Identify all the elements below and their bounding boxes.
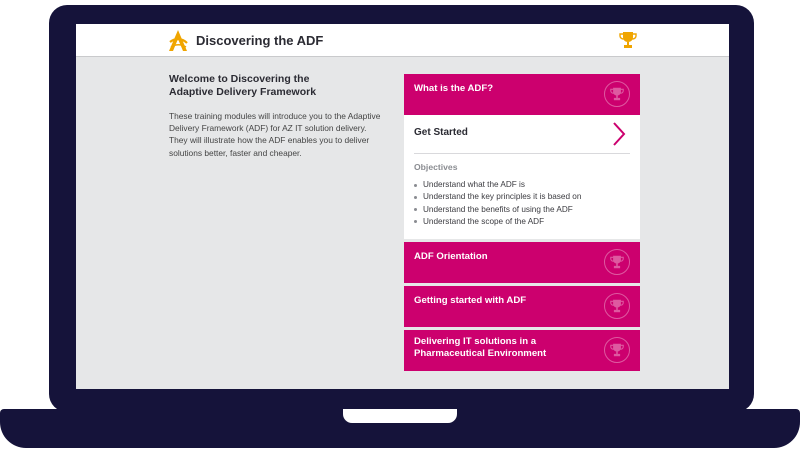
divider — [414, 153, 630, 154]
laptop-base — [0, 409, 800, 448]
objectives-list: Understand what the ADF is Understand th… — [414, 179, 581, 228]
intro-heading-line: Adaptive Delivery Framework — [169, 86, 317, 98]
module-list: What is the ADF? Get Started Objectives … — [404, 74, 640, 374]
list-item: Understand what the ADF is — [414, 179, 581, 191]
module-getting-started[interactable]: Getting started with ADF — [404, 286, 640, 327]
laptop-base-notch — [340, 409, 460, 426]
trophy-icon[interactable] — [619, 31, 637, 49]
list-item: Understand the benefits of using the ADF — [414, 204, 581, 216]
app-header: Discovering the ADF — [76, 24, 729, 57]
module-adf-orientation[interactable]: ADF Orientation — [404, 242, 640, 283]
module-label: ADF Orientation — [414, 251, 488, 262]
module-pharma-environment[interactable]: Delivering IT solutions in a Pharmaceuti… — [404, 330, 640, 371]
list-item: Understand the scope of the ADF — [414, 216, 581, 228]
laptop-mockup: Discovering the ADF Welcome to Discoveri… — [0, 0, 800, 451]
trophy-icon — [604, 293, 630, 319]
trophy-icon — [604, 337, 630, 363]
intro-heading-line: Welcome to Discovering the — [169, 73, 310, 85]
intro-body: These training modules will introduce yo… — [169, 111, 381, 158]
objectives-title: Objectives — [414, 162, 458, 172]
get-started-button[interactable]: Get Started — [414, 127, 468, 138]
chevron-right-icon[interactable] — [612, 121, 626, 147]
module-what-is-adf[interactable]: What is the ADF? — [404, 74, 640, 115]
screen: Discovering the ADF Welcome to Discoveri… — [76, 24, 729, 389]
module-expanded-panel: Get Started Objectives Understand what t… — [404, 115, 640, 239]
trophy-icon — [604, 81, 630, 107]
module-label: What is the ADF? — [414, 83, 494, 94]
list-item: Understand the key principles it is base… — [414, 191, 581, 203]
module-label: Delivering IT solutions in a Pharmaceuti… — [414, 336, 547, 359]
app-title: Discovering the ADF — [196, 33, 324, 48]
trophy-icon — [604, 249, 630, 275]
az-logo-icon — [169, 30, 188, 51]
module-label: Getting started with ADF — [414, 295, 527, 306]
intro-heading: Welcome to Discovering the Adaptive Deli… — [169, 73, 369, 99]
